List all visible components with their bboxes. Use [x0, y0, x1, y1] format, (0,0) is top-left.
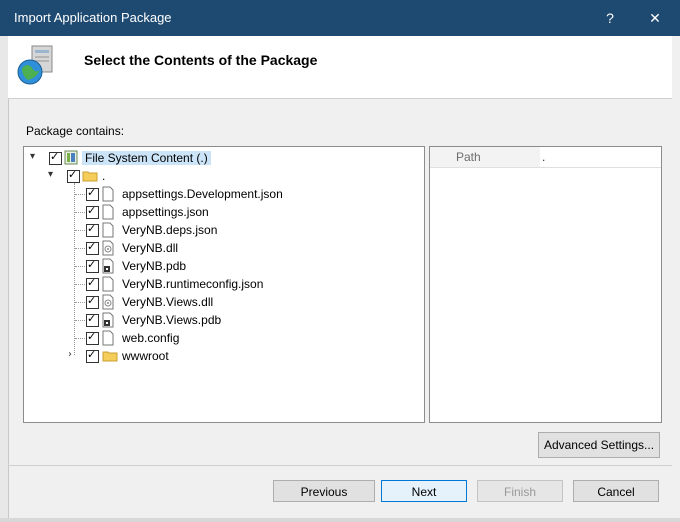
tree-folder-row[interactable]: ▾ . [24, 167, 424, 185]
file-label: appsettings.Development.json [122, 187, 283, 201]
path-panel: Path . [429, 146, 662, 423]
checkbox-file[interactable] [86, 186, 99, 201]
tree-file-row[interactable]: appsettings.Development.json [24, 185, 424, 203]
checkbox-file[interactable] [86, 330, 99, 345]
tree-folder-label: . [102, 169, 106, 183]
file-label: VeryNB.dll [122, 241, 179, 255]
tree-connector [75, 302, 85, 303]
checkbox-file[interactable] [86, 276, 99, 291]
checkbox-file[interactable] [86, 312, 99, 327]
window-title: Import Application Package [14, 10, 172, 25]
folder-icon [82, 171, 98, 182]
path-header-cell [430, 147, 540, 167]
package-tree[interactable]: ▾ File System Content (.) ▾ . appsetting… [23, 146, 425, 423]
chevron-down-icon[interactable]: ▾ [48, 169, 53, 180]
pdb-icon [102, 258, 114, 274]
tree-file-row[interactable]: VeryNB.pdb [24, 257, 424, 275]
help-icon[interactable]: ? [596, 6, 624, 30]
wizard-header: Select the Contents of the Package [8, 36, 672, 99]
finish-button: Finish [477, 480, 563, 502]
dll-icon [102, 240, 114, 256]
file-icon [102, 276, 114, 292]
pdb-icon [102, 312, 114, 328]
package-contains-label: Package contains: [26, 124, 125, 138]
checkbox-folder[interactable] [67, 168, 80, 183]
window-bottom-edge [0, 518, 680, 522]
file-icon [102, 204, 114, 220]
tree-file-row[interactable]: VeryNB.dll [24, 239, 424, 257]
background-window-strip [0, 36, 9, 522]
path-column-header: Path [456, 150, 481, 164]
checkbox-file[interactable] [86, 258, 99, 273]
close-icon[interactable]: ✕ [641, 6, 669, 30]
tree-file-row[interactable]: VeryNB.deps.json [24, 221, 424, 239]
checkbox-file[interactable] [86, 240, 99, 255]
tree-connector [75, 284, 85, 285]
chevron-down-icon[interactable]: ▾ [30, 151, 35, 162]
tree-connector [75, 338, 85, 339]
tree-file-row[interactable]: VeryNB.Views.dll [24, 293, 424, 311]
package-icon [17, 45, 53, 85]
checkbox-file[interactable] [86, 222, 99, 237]
checkbox-file[interactable] [86, 204, 99, 219]
tree-file-row[interactable]: appsettings.json [24, 203, 424, 221]
file-icon [102, 222, 114, 238]
tree-file-row[interactable]: VeryNB.runtimeconfig.json [24, 275, 424, 293]
tree-subfolder-label: wwwroot [122, 349, 169, 363]
chevron-right-icon[interactable]: › [68, 349, 72, 360]
tree-connector [75, 320, 85, 321]
checkbox-file[interactable] [86, 294, 99, 309]
filesystem-icon [64, 150, 78, 165]
tree-connector [75, 248, 85, 249]
page-heading: Select the Contents of the Package [84, 52, 318, 68]
tree-connector [75, 212, 85, 213]
tree-connector [75, 194, 85, 195]
folder-icon [102, 351, 118, 362]
previous-button[interactable]: Previous [273, 480, 375, 502]
file-label: VeryNB.pdb [122, 259, 187, 273]
file-label: VeryNB.Views.dll [122, 295, 214, 309]
file-label: VeryNB.runtimeconfig.json [122, 277, 264, 291]
next-button[interactable]: Next [381, 480, 467, 502]
tree-root-label: File System Content (.) [82, 151, 211, 165]
tree-file-row[interactable]: VeryNB.Views.pdb [24, 311, 424, 329]
tree-file-row[interactable]: web.config [24, 329, 424, 347]
title-bar: Import Application Package ? ✕ [0, 0, 680, 36]
footer-divider [8, 465, 672, 466]
file-label: web.config [122, 331, 180, 345]
path-value: . [542, 150, 546, 164]
file-icon [102, 186, 114, 202]
file-label: VeryNB.deps.json [122, 223, 218, 237]
file-label: VeryNB.Views.pdb [122, 313, 222, 327]
path-header: Path . [430, 147, 661, 168]
dll-icon [102, 294, 114, 310]
advanced-settings-button[interactable]: Advanced Settings... [538, 432, 660, 458]
checkbox-subfolder[interactable] [86, 348, 99, 363]
tree-connector [75, 230, 85, 231]
checkbox-root[interactable] [49, 150, 62, 165]
cancel-button[interactable]: Cancel [573, 480, 659, 502]
tree-subfolder-row[interactable]: › wwwroot [24, 347, 424, 365]
tree-connector [75, 266, 85, 267]
file-icon [102, 330, 114, 346]
tree-root-row[interactable]: ▾ File System Content (.) [24, 149, 424, 167]
file-label: appsettings.json [122, 205, 209, 219]
